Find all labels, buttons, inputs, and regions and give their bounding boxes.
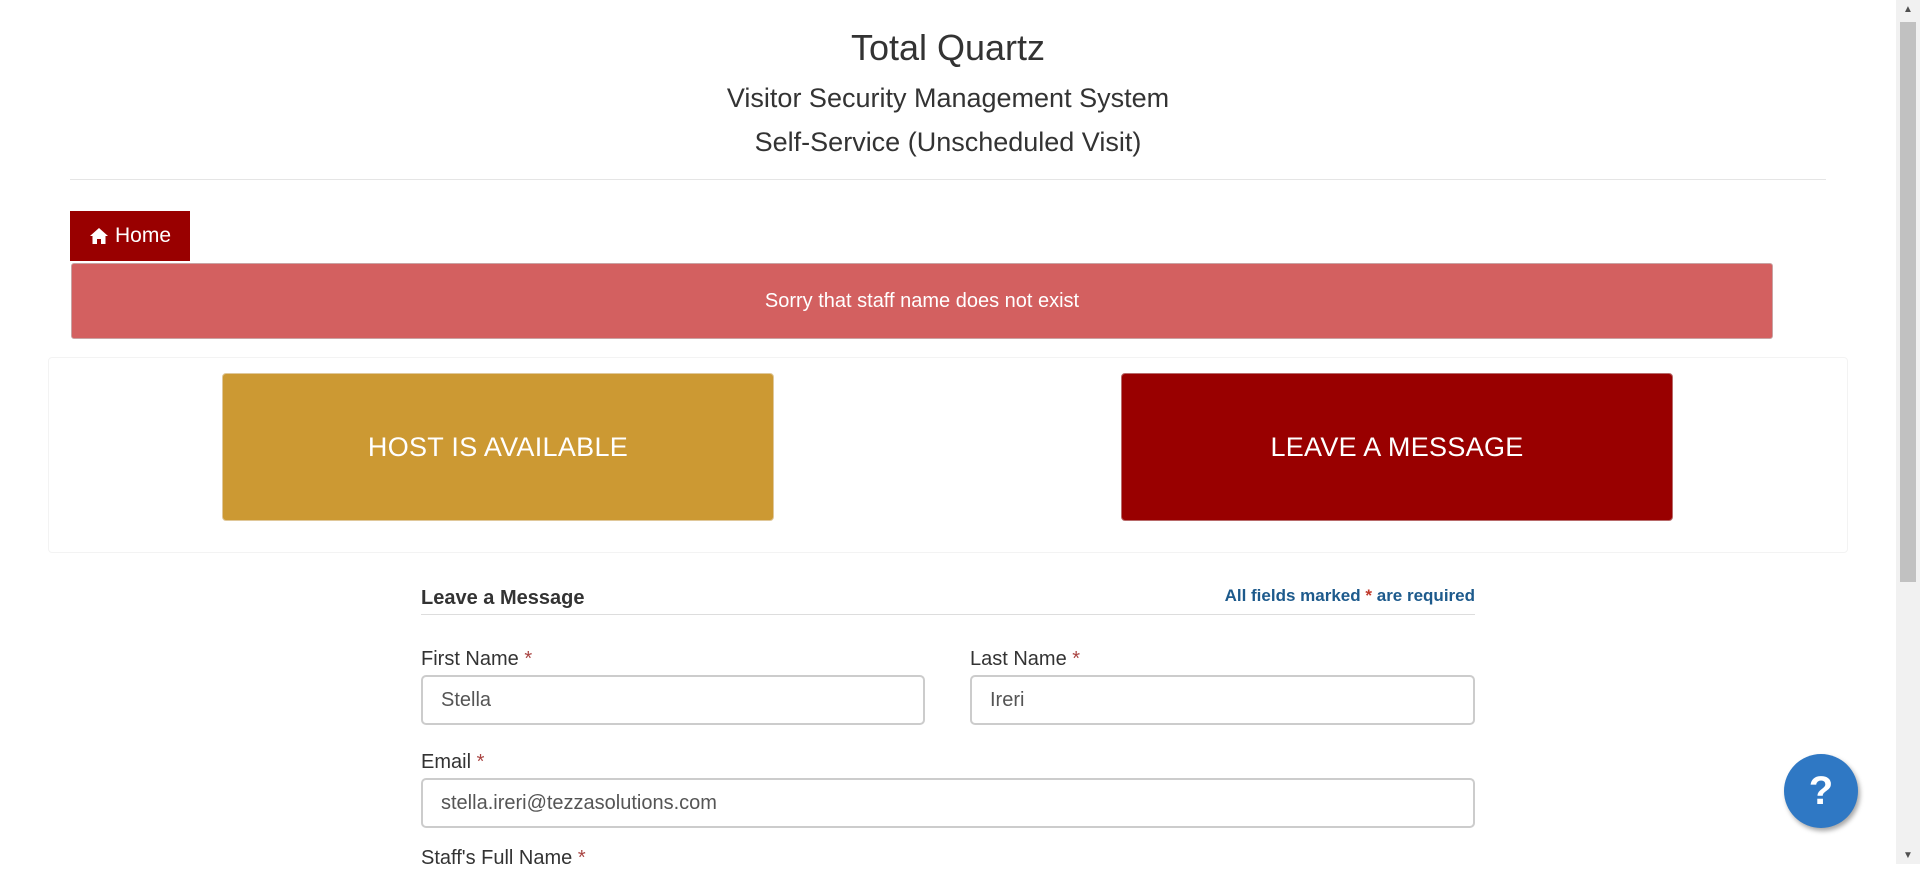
first-name-input[interactable]: Stella <box>421 675 925 725</box>
app-title: Total Quartz <box>850 27 1046 68</box>
required-note-suffix: are required <box>1376 586 1475 605</box>
mode-title: Self-Service (Unscheduled Visit) <box>754 127 1142 157</box>
staff-full-name-label: Staff's Full Name * <box>421 847 586 870</box>
required-marker: * <box>524 648 533 670</box>
page: Total Quartz Visitor Security Management… <box>0 0 1896 869</box>
first-name-value: Stella <box>441 688 492 711</box>
form-title: Leave a Message <box>421 587 585 609</box>
home-icon <box>89 228 108 244</box>
required-marker: * <box>1072 648 1081 670</box>
host-available-label: HOST IS AVAILABLE <box>367 431 629 462</box>
last-name-label-text: Last Name <box>970 648 1067 670</box>
host-available-button[interactable]: HOST IS AVAILABLE <box>222 373 774 521</box>
form-header: Leave a Message All fields marked * are … <box>421 583 1475 615</box>
scroll-down-arrow-icon[interactable]: ▼ <box>1896 846 1920 864</box>
leave-message-label: LEAVE A MESSAGE <box>1270 431 1524 462</box>
first-name-label: First Name * <box>421 648 532 671</box>
email-label: Email * <box>421 751 484 774</box>
last-name-value: Ireri <box>990 688 1025 711</box>
first-name-label-text: First Name <box>421 648 519 670</box>
header-divider <box>70 179 1826 180</box>
vertical-scrollbar[interactable]: ▲ ▼ <box>1896 0 1920 864</box>
home-button[interactable]: Home <box>70 211 190 261</box>
staff-full-name-label-text: Staff's Full Name <box>421 847 573 869</box>
help-icon: ? <box>1808 768 1834 813</box>
required-note-star: * <box>1365 586 1372 605</box>
required-marker: * <box>577 847 586 869</box>
error-alert: Sorry that staff name does not exist <box>71 263 1773 339</box>
last-name-input[interactable]: Ireri <box>970 675 1475 725</box>
help-button[interactable]: ? <box>1784 754 1858 828</box>
email-value: stella.ireri@tezzasolutions.com <box>441 791 717 814</box>
email-label-text: Email <box>421 751 472 773</box>
app-subtitle: Visitor Security Management System <box>726 83 1170 113</box>
required-marker: * <box>476 751 485 773</box>
scroll-up-arrow-icon[interactable]: ▲ <box>1896 0 1920 18</box>
home-button-label: Home <box>114 224 172 247</box>
leave-message-button[interactable]: LEAVE A MESSAGE <box>1121 373 1673 521</box>
scrollbar-thumb[interactable] <box>1900 22 1916 582</box>
last-name-label: Last Name * <box>970 648 1080 671</box>
email-input[interactable]: stella.ireri@tezzasolutions.com <box>421 778 1475 828</box>
required-fields-note: All fields marked * are required <box>1225 586 1475 606</box>
error-alert-message: Sorry that staff name does not exist <box>764 289 1080 312</box>
required-note-prefix: All fields marked <box>1224 586 1361 605</box>
